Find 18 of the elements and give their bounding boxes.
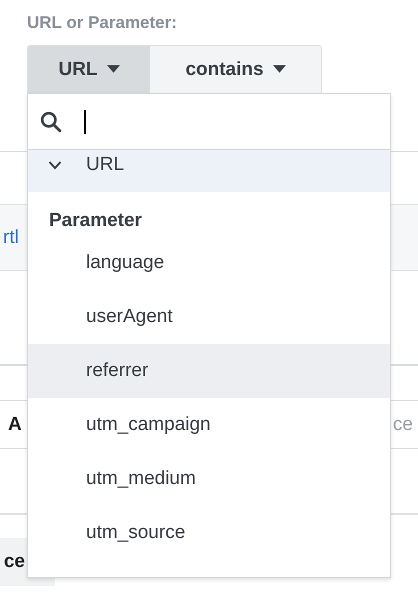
- dropdown-option[interactable]: utm_source: [28, 506, 390, 560]
- dropdown-option[interactable]: utm_medium: [28, 452, 390, 506]
- dropdown-option[interactable]: URL: [28, 150, 390, 192]
- caret-icon: [272, 65, 286, 74]
- group-header: Parameter: [48, 209, 143, 233]
- link[interactable]: rtl: [3, 226, 19, 248]
- selector-dropdown[interactable]: URL: [27, 45, 150, 93]
- dropdown-option[interactable]: language: [28, 236, 390, 290]
- row-label: A: [8, 414, 22, 436]
- dropdown-option[interactable]: utm_campaign: [28, 398, 390, 452]
- field-label: URL or Parameter:: [27, 13, 178, 34]
- dropdown-option[interactable]: userAgent: [28, 290, 390, 344]
- caret-icon: [106, 65, 120, 74]
- dropdown-option[interactable]: referrer: [28, 344, 390, 398]
- search-icon: [40, 110, 62, 132]
- row-value: ce: [392, 414, 413, 436]
- selector-dropdown[interactable]: contains: [150, 45, 322, 93]
- text-cursor: [84, 110, 86, 134]
